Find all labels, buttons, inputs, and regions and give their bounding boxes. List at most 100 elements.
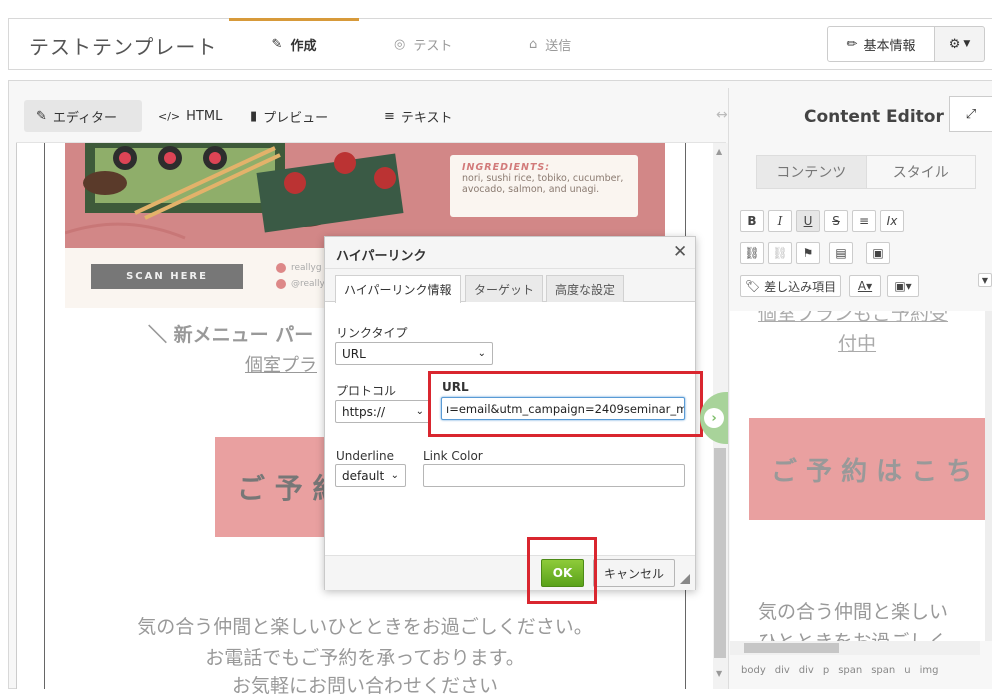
template-title: テストテンプレート (29, 35, 218, 59)
toolbar-collapse-icon[interactable]: ▼ (978, 273, 992, 287)
edit-icon: ✎ (271, 36, 283, 52)
tab-advanced[interactable]: 高度な設定 (546, 275, 625, 302)
template-icon[interactable]: ▤ (829, 242, 853, 264)
top-header: テストテンプレート ✎ 作成 ◎ テスト ⌂ 送信 ✏ 基本情報 ⚙ ▼ (8, 18, 992, 70)
scan-here-button[interactable]: SCAN HERE (91, 264, 243, 289)
chevron-down-icon: ⌄ (477, 348, 486, 359)
tab-send[interactable]: ⌂ 送信 (529, 19, 571, 69)
tag-icon: 🏷 (744, 279, 761, 293)
protocol-select[interactable]: https:// ⌄ (335, 400, 431, 423)
url-highlight-box (428, 371, 703, 437)
document-icon: ▮ (250, 108, 258, 124)
background-color-icon[interactable]: ▣▾ (887, 275, 919, 297)
reserve-button-image[interactable]: ご 予 約 は こ ち (749, 418, 992, 520)
align-left-icon: ≡ (384, 108, 395, 124)
path-item[interactable]: span (838, 665, 862, 676)
private-room-link-cont[interactable]: 付中 (838, 329, 876, 356)
editor-tab-preview[interactable]: ▮ プレビュー (238, 100, 340, 132)
private-room-link[interactable]: 個室プラ (245, 351, 317, 377)
insert-item-button[interactable]: 🏷 差し込み項目 (740, 275, 841, 297)
close-icon[interactable]: ✕ (673, 242, 687, 262)
editor-tab-label: エディター (52, 110, 117, 126)
basic-info-label: 基本情報 (863, 38, 916, 54)
strikethrough-icon[interactable]: S (824, 210, 848, 232)
path-item[interactable]: div (799, 665, 814, 676)
editor-tab-label: プレビュー (263, 110, 329, 126)
ingredients-card: INGREDIENTS: nori, sushi rice, tobiko, c… (450, 155, 638, 217)
instagram-icon (276, 279, 286, 289)
align-icon[interactable]: ≡ (852, 210, 876, 232)
preview-horizontal-scrollbar[interactable] (730, 641, 980, 655)
underline-icon[interactable]: U (796, 210, 820, 232)
instagram-icon (276, 263, 286, 273)
unlink-icon[interactable]: ⛓ (768, 242, 792, 264)
reserve-button-image[interactable]: ご 予 約 (215, 437, 325, 537)
editor-tab-html[interactable]: </> HTML (146, 100, 234, 132)
pencil-icon: ✏ (846, 36, 858, 52)
gear-icon: ⚙ (948, 36, 961, 52)
link-color-input[interactable] (423, 464, 685, 487)
social-handle-text: @really (291, 279, 325, 289)
path-item[interactable]: div (775, 665, 790, 676)
resize-grip-icon[interactable] (680, 574, 690, 584)
body-text-line-2: お電話でもご予約を承っております。 (205, 647, 525, 669)
dialog-title: ハイパーリンク (336, 249, 427, 264)
editor-tab-text[interactable]: ≡ テキスト (372, 100, 465, 132)
tab-content[interactable]: コンテンツ (757, 156, 867, 188)
settings-dropdown-button[interactable]: ⚙ ▼ (935, 26, 985, 62)
tab-create[interactable]: ✎ 作成 (229, 18, 359, 69)
code-icon: </> (158, 109, 181, 123)
expand-icon[interactable]: ⤢ (949, 96, 992, 132)
protocol-label: プロトコル (336, 384, 397, 398)
image-icon[interactable]: ▣ (866, 242, 890, 264)
body-text-line-3: お気軽にお問い合わせください (231, 675, 498, 697)
tab-link-info[interactable]: ハイパーリンク情報 (335, 275, 461, 303)
tab-label: 作成 (290, 38, 317, 54)
preview-scrollbar[interactable] (985, 311, 992, 641)
scroll-up-icon[interactable]: ▲ (716, 147, 722, 156)
body-text-line-2: ひとときをお過ごしく (758, 627, 947, 641)
bold-icon[interactable]: B (740, 210, 764, 232)
body-text-line-1: 気の合う仲間と楽しいひとときをお過ごしください。 (137, 616, 593, 638)
underline-select[interactable]: default ⌄ (335, 464, 406, 487)
basic-info-button[interactable]: ✏ 基本情報 (827, 26, 935, 62)
italic-icon[interactable]: I (768, 210, 792, 232)
tab-test[interactable]: ◎ テスト (394, 19, 452, 69)
cancel-button[interactable]: キャンセル (593, 559, 675, 587)
path-item[interactable]: img (920, 665, 939, 676)
clear-format-icon[interactable]: Ix (880, 210, 904, 232)
text-color-icon[interactable]: A▾ (849, 275, 881, 297)
rich-text-toolbar: B I U S ≡ Ix ⛓ ⛓ ⚑ ▤ ▣ 🏷 差し込み項目 A▾ ▣▾ ▼ (737, 205, 992, 310)
tab-target[interactable]: ターゲット (465, 275, 544, 302)
link-color-label: Link Color (423, 449, 483, 463)
link-icon[interactable]: ⛓ (740, 242, 764, 264)
caret-down-icon: ▼ (963, 39, 971, 49)
link-type-value: URL (342, 346, 366, 361)
scrollbar-thumb[interactable] (714, 448, 726, 658)
underline-label: Underline (336, 449, 394, 463)
path-item[interactable]: u (904, 665, 910, 676)
edit-icon: ✎ (36, 108, 47, 124)
path-item[interactable]: body (741, 665, 766, 676)
ingredients-heading: INGREDIENTS: (462, 162, 551, 173)
chevron-down-icon: ⌄ (415, 406, 424, 417)
flag-icon[interactable]: ⚑ (796, 242, 820, 264)
editor-tab-label: HTML (186, 108, 223, 124)
private-room-link[interactable]: 個室プランもご予約受 (758, 311, 948, 326)
tab-style[interactable]: スタイル (867, 156, 976, 188)
content-editor-title: Content Editor (804, 107, 944, 127)
path-item[interactable]: p (823, 665, 829, 676)
body-text-line-1: 気の合う仲間と楽しい (758, 601, 949, 623)
element-path: body div div p span span u img (741, 665, 938, 676)
editor-tab-editor[interactable]: ✎ エディター (24, 100, 142, 132)
scrollbar-thumb[interactable] (744, 643, 839, 653)
scroll-down-icon[interactable]: ▼ (716, 669, 722, 678)
inbox-icon: ⌂ (529, 36, 538, 52)
chevron-right-icon: › (704, 408, 724, 428)
new-menu-heading: ＼ 新メニュー パー (148, 324, 314, 346)
horizontal-resize-icon[interactable]: ↔ (716, 107, 728, 123)
link-type-select[interactable]: URL ⌄ (335, 342, 493, 365)
path-item[interactable]: span (871, 665, 895, 676)
target-icon: ◎ (394, 36, 406, 52)
protocol-value: https:// (342, 404, 386, 419)
